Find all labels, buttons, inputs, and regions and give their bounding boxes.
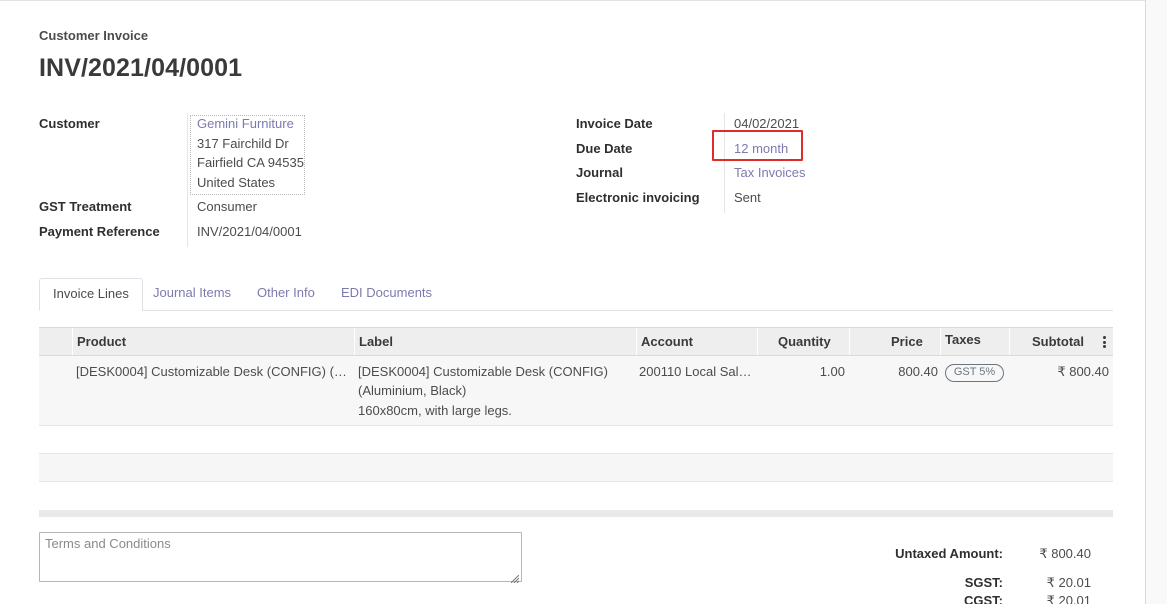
address-line-2: Fairfield CA 94535 [197,155,304,170]
row-label-line-3[interactable]: 160x80cm, with large legs. [358,401,512,421]
journal-link[interactable]: Tax Invoices [734,165,806,180]
tab-other-info[interactable]: Other Info [244,278,328,311]
column-header-subtotal[interactable]: Subtotal [1032,328,1084,355]
sgst-label: SGST: [964,575,1003,590]
column-header-taxes[interactable]: Taxes [945,328,981,355]
gst-treatment-label: GST Treatment [39,199,132,214]
journal-label: Journal [576,165,623,180]
gst-treatment-value[interactable]: Consumer [197,199,257,214]
column-separator [940,328,941,355]
resize-handle-icon[interactable] [510,571,520,584]
column-separator [636,328,637,355]
due-date-label: Due Date [576,141,633,156]
column-header-account[interactable]: Account [641,328,693,355]
row-account[interactable]: 200110 Local Sal… [639,362,752,382]
column-separator [757,328,758,355]
column-header-price[interactable]: Price [891,328,923,355]
table-footer-bar [39,510,1113,517]
electronic-invoicing-value: Sent [734,190,761,205]
terms-and-conditions-input[interactable]: Terms and Conditions [39,532,522,582]
due-date-highlight-box [712,130,803,161]
column-header-label[interactable]: Label [359,328,393,355]
customer-label: Customer [39,116,100,131]
field-separator [724,113,725,213]
cgst-label: CGST: [964,593,1003,604]
invoice-form-sheet: Customer Invoice INV/2021/04/0001 Custom… [0,0,1146,604]
payment-reference-value[interactable]: INV/2021/04/0001 [197,224,302,239]
tab-journal-items[interactable]: Journal Items [140,278,244,311]
address-line-1: 317 Fairchild Dr [197,136,289,151]
column-header-product[interactable]: Product [77,328,126,355]
sgst-value: ₹ 20.01 [1046,575,1091,590]
row-price[interactable]: 800.40 [880,362,938,382]
invoice-date-label: Invoice Date [576,116,653,131]
document-type-label: Customer Invoice [39,28,149,43]
customer-link[interactable]: Gemini Furniture [197,116,294,131]
row-subtotal: ₹ 800.40 [1057,364,1109,379]
invoice-lines-header: Product Label Account Quantity Price Tax… [39,327,1113,356]
field-separator [187,113,188,247]
row-product[interactable]: [DESK0004] Customizable Desk (CONFIG) (… [76,362,351,382]
invoice-date-value[interactable]: 04/02/2021 [734,116,799,131]
tab-edi-documents[interactable]: EDI Documents [328,278,445,311]
column-separator [1009,328,1010,355]
column-separator [72,328,73,355]
row-quantity[interactable]: 1.00 [790,362,845,382]
tax-badge[interactable]: GST 5% [945,364,1004,382]
optional-columns-icon[interactable] [1103,336,1107,350]
empty-row [39,454,1113,481]
page-title: INV/2021/04/0001 [39,54,243,82]
untaxed-amount-label: Untaxed Amount: [895,546,1003,561]
column-separator [354,328,355,355]
address-line-3: United States [197,175,276,190]
row-divider [39,425,1113,426]
row-label-line-1[interactable]: [DESK0004] Customizable Desk (CONFIG) [358,362,608,382]
untaxed-amount-value: ₹ 800.40 [1039,546,1091,561]
tab-invoice-lines[interactable]: Invoice Lines [39,278,143,311]
column-separator [849,328,850,355]
row-label-line-2[interactable]: (Aluminium, Black) [358,381,466,401]
cgst-value: ₹ 20.01 [1046,593,1091,604]
payment-reference-label: Payment Reference [39,224,160,239]
row-divider [39,481,1113,482]
column-header-quantity[interactable]: Quantity [778,328,831,355]
electronic-invoicing-label: Electronic invoicing [576,190,700,205]
